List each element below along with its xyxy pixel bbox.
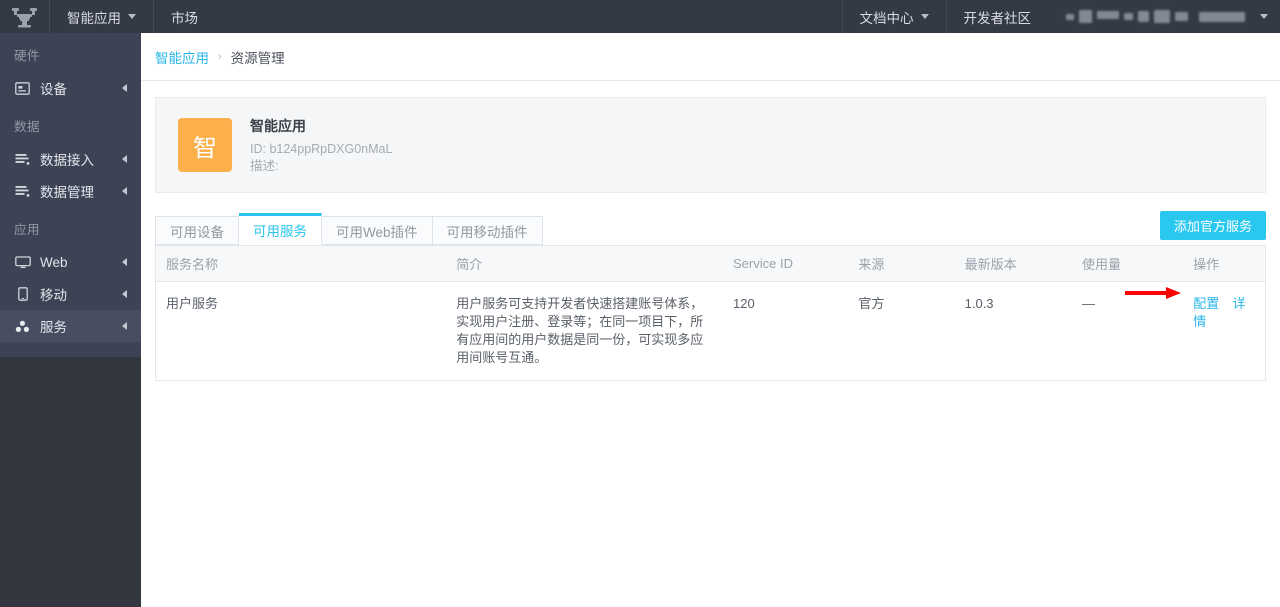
- cell-service-name: 用户服务: [156, 282, 447, 381]
- tab-available-devices[interactable]: 可用设备: [155, 216, 239, 245]
- redacted-block: [1066, 14, 1074, 20]
- service-icon: [14, 318, 31, 335]
- sidebar-item-mobile-label: 移动: [40, 284, 67, 304]
- sidebar-item-device-label: 设备: [40, 78, 67, 98]
- nav-item-developer-community[interactable]: 开发者社区: [946, 0, 1049, 33]
- table-header-row: 服务名称 简介 Service ID 来源 最新版本 使用量 操作: [156, 246, 1266, 282]
- redacted-block: [1154, 10, 1170, 23]
- sidebar-item-mobile[interactable]: 移动: [0, 278, 141, 310]
- redacted-block: [1138, 11, 1149, 22]
- column-header-latest-version: 最新版本: [955, 246, 1072, 282]
- breadcrumb-parent-link[interactable]: 智能应用: [155, 47, 209, 67]
- account-menu[interactable]: [1048, 0, 1280, 33]
- nav-item-doc-center-label: 文档中心: [860, 7, 914, 27]
- cell-service-id: 120: [723, 282, 848, 381]
- chevron-down-icon: [1260, 14, 1268, 19]
- column-header-summary: 简介: [446, 246, 723, 282]
- sidebar-item-device[interactable]: 设备: [0, 72, 141, 104]
- breadcrumb: 智能应用 › 资源管理: [141, 33, 1280, 81]
- nav-item-developer-community-label: 开发者社区: [964, 7, 1032, 27]
- chevron-down-icon: [128, 14, 136, 19]
- redacted-block: [1175, 12, 1188, 21]
- cell-summary: 用户服务可支持开发者快速搭建账号体系，实现用户注册、登录等；在同一项目下，所有应…: [446, 282, 723, 381]
- nav-item-doc-center[interactable]: 文档中心: [842, 0, 946, 33]
- tab-available-web-plugins[interactable]: 可用Web插件: [322, 216, 433, 245]
- breadcrumb-current: 资源管理: [231, 47, 285, 67]
- data-input-icon: [14, 151, 31, 168]
- nav-item-smart-app-label: 智能应用: [67, 7, 121, 27]
- mobile-icon: [14, 286, 31, 303]
- sidebar-item-data-access[interactable]: 数据接入: [0, 143, 141, 175]
- tab-available-services-label: 可用服务: [253, 220, 307, 240]
- sidebar-group-title-data: 数据: [0, 104, 141, 143]
- nav-item-smart-app[interactable]: 智能应用: [50, 0, 154, 33]
- cell-usage: —: [1072, 282, 1183, 381]
- redacted-block: [1097, 11, 1119, 19]
- brand-logo[interactable]: [0, 0, 50, 33]
- app-info-card: 智 智能应用 ID: b124ppRpDXG0nMaL 描述:: [155, 97, 1266, 193]
- chevron-left-icon: [122, 84, 127, 92]
- chevron-left-icon: [122, 290, 127, 298]
- sidebar-item-web-label: Web: [40, 255, 68, 270]
- column-header-usage: 使用量: [1072, 246, 1183, 282]
- header-right-group: 文档中心 开发者社区: [842, 0, 1280, 33]
- add-official-service-button[interactable]: 添加官方服务: [1160, 211, 1266, 240]
- app-description: 描述:: [250, 158, 392, 175]
- sidebar-item-data-management-label: 数据管理: [40, 181, 94, 201]
- cell-latest-version: 1.0.3: [955, 282, 1072, 381]
- redacted-block: [1199, 12, 1245, 22]
- sidebar-group-title-application: 应用: [0, 207, 141, 246]
- app-name: 智能应用: [250, 116, 392, 136]
- redacted-block: [1124, 13, 1133, 20]
- monitor-icon: [14, 254, 31, 271]
- sidebar-item-service[interactable]: 服务: [0, 310, 141, 342]
- tab-available-mobile-plugins-label: 可用移动插件: [447, 221, 528, 241]
- tab-available-web-plugins-label: 可用Web插件: [336, 221, 418, 241]
- cell-source: 官方: [848, 282, 954, 381]
- brand-logo-icon: [8, 6, 42, 28]
- column-header-operations: 操作: [1183, 246, 1265, 282]
- tab-available-services[interactable]: 可用服务: [239, 213, 322, 245]
- chevron-left-icon: [122, 187, 127, 195]
- sidebar-item-web[interactable]: Web: [0, 246, 141, 278]
- app-meta: 智能应用 ID: b124ppRpDXG0nMaL 描述:: [250, 116, 392, 175]
- sidebar-item-data-access-label: 数据接入: [40, 149, 94, 169]
- chevron-left-icon: [122, 258, 127, 266]
- table-header: 服务名称 简介 Service ID 来源 最新版本 使用量 操作: [156, 246, 1266, 282]
- sidebar-group-title-hardware: 硬件: [0, 33, 141, 72]
- sidebar-filler: [0, 357, 141, 607]
- tab-available-devices-label: 可用设备: [170, 221, 224, 241]
- sidebar: 硬件 设备 数据 数据接入 数据管理 应用 Web 移动: [0, 33, 141, 574]
- app-id: ID: b124ppRpDXG0nMaL: [250, 141, 392, 158]
- table-row: 用户服务 用户服务可支持开发者快速搭建账号体系，实现用户注册、登录等；在同一项目…: [156, 282, 1266, 381]
- column-header-service-name: 服务名称: [156, 246, 447, 282]
- chevron-down-icon: [921, 14, 929, 19]
- column-header-service-id: Service ID: [723, 246, 848, 282]
- nav-item-market[interactable]: 市场: [154, 0, 215, 33]
- top-header: 智能应用 市场 文档中心 开发者社区: [0, 0, 1280, 33]
- device-icon: [14, 80, 31, 97]
- sidebar-item-service-label: 服务: [40, 316, 67, 336]
- configure-link[interactable]: 配置: [1193, 296, 1219, 311]
- data-manage-icon: [14, 183, 31, 200]
- main-content: 智能应用 › 资源管理 智 智能应用 ID: b124ppRpDXG0nMaL …: [141, 33, 1280, 574]
- services-table: 服务名称 简介 Service ID 来源 最新版本 使用量 操作 用户服务 用…: [155, 245, 1266, 381]
- table-body: 用户服务 用户服务可支持开发者快速搭建账号体系，实现用户注册、登录等；在同一项目…: [156, 282, 1266, 381]
- tab-bar: 可用设备 可用服务 可用Web插件 可用移动插件 添加官方服务: [155, 211, 1266, 245]
- tab-available-mobile-plugins[interactable]: 可用移动插件: [433, 216, 543, 245]
- redacted-block: [1079, 10, 1092, 23]
- column-header-source: 来源: [848, 246, 954, 282]
- chevron-left-icon: [122, 322, 127, 330]
- cell-operations: 配置 详情: [1183, 282, 1265, 381]
- nav-item-market-label: 市场: [171, 7, 198, 27]
- breadcrumb-separator-icon: ›: [218, 51, 222, 63]
- app-avatar: 智: [178, 118, 232, 172]
- chevron-left-icon: [122, 155, 127, 163]
- sidebar-item-data-management[interactable]: 数据管理: [0, 175, 141, 207]
